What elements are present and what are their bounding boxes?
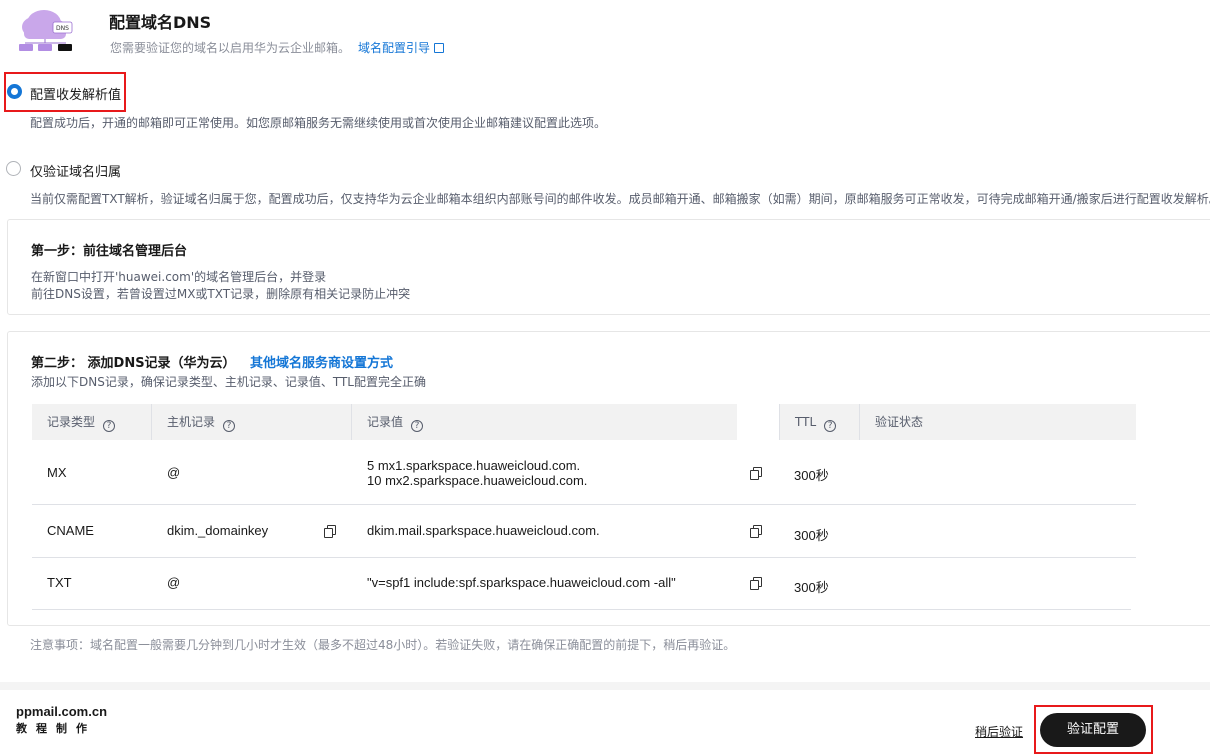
domain-guide-link[interactable]: 域名配置引导 <box>358 39 445 56</box>
header-ttl-label: TTL <box>795 415 817 429</box>
header-record-type-label: 记录类型 <box>47 415 96 429</box>
verify-later-button[interactable]: 稍后验证 <box>975 723 1023 740</box>
external-link-icon <box>434 43 445 53</box>
option-desc-verify-only: 当前仅需配置TXT解析，验证域名归属于您，配置成功后，仅支持华为云企业邮箱本组织… <box>30 192 1210 206</box>
radio-verify-only[interactable] <box>6 161 21 176</box>
cell-type: CNAME <box>47 523 94 538</box>
help-icon[interactable]: ? <box>103 420 116 432</box>
footer-divider <box>0 682 1210 690</box>
cell-host: dkim._domainkey <box>167 523 269 538</box>
verify-config-button[interactable]: 验证配置 <box>1040 713 1146 747</box>
guide-link-label: 域名配置引导 <box>358 41 431 55</box>
step1-title: 第一步：前往域名管理后台 <box>31 244 188 259</box>
cell-type: TXT <box>47 575 72 590</box>
header-ttl: TTL? <box>780 404 837 440</box>
copy-icon[interactable] <box>750 467 762 480</box>
step2-description: 添加以下DNS记录，确保记录类型、主机记录、记录值、TTL配置完全正确 <box>31 375 426 389</box>
copy-icon[interactable] <box>750 525 762 538</box>
header-host-label: 主机记录 <box>167 415 216 429</box>
header-value: 记录值? <box>352 404 424 440</box>
option-desc-configure-records: 配置成功后，开通的邮箱即可正常使用。如您原邮箱服务无需继续使用或首次使用企业邮箱… <box>30 116 607 130</box>
cell-value-line2: 10 mx2.sparkspace.huaweicloud.com. <box>367 473 588 488</box>
row-divider <box>32 609 1131 610</box>
cell-value: dkim.mail.sparkspace.huaweicloud.com. <box>367 523 600 538</box>
cell-ttl: 300秒 <box>794 528 829 543</box>
copy-icon[interactable] <box>324 525 336 538</box>
option-label-configure-records[interactable]: 配置收发解析值 <box>30 84 121 103</box>
page-subtitle: 您需要验证您的域名以启用华为云企业邮箱。 <box>110 41 351 55</box>
option-label-verify-only[interactable]: 仅验证域名归属 <box>30 161 121 180</box>
note-text: 注意事项：域名配置一般需要几分钟到几小时才生效（最多不超过48小时）。若验证失败… <box>30 638 736 652</box>
cell-ttl: 300秒 <box>794 580 829 595</box>
cell-host: @ <box>167 575 181 590</box>
help-icon[interactable]: ? <box>824 420 837 432</box>
cell-host: @ <box>167 465 181 480</box>
step2-title: 第二步： 添加DNS记录（华为云） <box>31 356 236 371</box>
header-record-type: 记录类型? <box>32 404 116 440</box>
other-providers-link[interactable]: 其他域名服务商设置方式 <box>250 352 393 371</box>
row-divider <box>32 557 1136 558</box>
watermark-brand: ppmail.com.cn <box>16 704 108 719</box>
header-status: 验证状态 <box>875 415 924 429</box>
cell-value: 5 mx1.sparkspace.huaweicloud.com. 10 mx2… <box>367 458 587 488</box>
radio-configure-records[interactable] <box>7 84 22 99</box>
cloud-dns-icon: DNS <box>16 3 80 59</box>
cell-ttl: 300秒 <box>794 468 829 483</box>
help-icon[interactable]: ? <box>223 420 236 432</box>
cell-value: "v=spf1 include:spf.sparkspace.huaweiclo… <box>367 575 676 590</box>
row-divider <box>32 504 1136 505</box>
header-value-label: 记录值 <box>367 415 404 429</box>
step1-line2: 前往DNS设置，若曾设置过MX或TXT记录，删除原有相关记录防止冲突 <box>31 287 411 301</box>
cell-type: MX <box>47 465 67 480</box>
cell-value-line1: 5 mx1.sparkspace.huaweicloud.com. <box>367 458 581 473</box>
page-title: 配置域名DNS <box>109 13 212 32</box>
copy-icon[interactable] <box>750 577 762 590</box>
header-host: 主机记录? <box>152 404 236 440</box>
step1-line1: 在新窗口中打开'huawei.com'的域名管理后台，并登录 <box>31 270 327 284</box>
help-icon[interactable]: ? <box>411 420 424 432</box>
dns-records-table: 记录类型? 主机记录? 记录值? TTL? 验证状态 MX @ 5 mx1.sp… <box>32 404 1136 610</box>
watermark-subtitle: 教程制作 <box>16 722 96 735</box>
svg-text:DNS: DNS <box>56 25 69 32</box>
